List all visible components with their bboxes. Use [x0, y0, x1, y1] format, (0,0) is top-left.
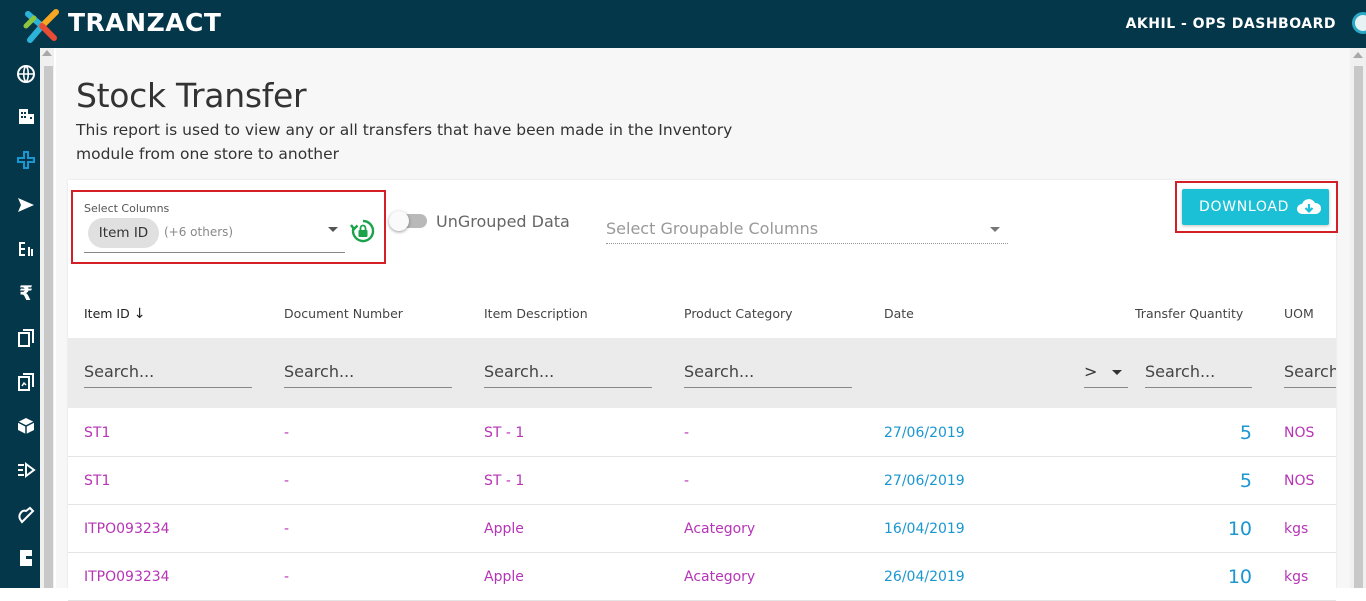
brand-name[interactable]: TRANZACT — [68, 8, 221, 37]
cell-uom: NOS — [1284, 473, 1315, 489]
cell-date: 27/06/2019 — [884, 473, 965, 489]
cloud-download-icon — [1297, 199, 1322, 214]
handshake-icon[interactable] — [14, 503, 38, 527]
groupable-columns-select[interactable]: Select Groupable Columns — [606, 219, 818, 238]
column-header-date[interactable]: Date — [884, 306, 914, 321]
box-icon[interactable] — [14, 414, 38, 438]
cell-item-id[interactable]: ST1 — [84, 425, 110, 441]
cell-product-category: Acategory — [684, 569, 756, 585]
send-icon[interactable] — [14, 193, 38, 217]
cell-product-category: Acategory — [684, 521, 756, 537]
groupable-columns-underline — [606, 243, 1008, 244]
table-row[interactable] — [68, 409, 1336, 457]
search-document-number[interactable]: Search... — [284, 362, 452, 388]
cell-document-number: - — [284, 569, 290, 585]
cell-date: 27/06/2019 — [884, 425, 965, 441]
avatar[interactable] — [1352, 12, 1366, 34]
rupee-icon[interactable]: ₹ — [14, 281, 38, 305]
cell-product-category: - — [684, 473, 690, 489]
date-operator-select[interactable]: > — [1084, 362, 1128, 388]
exit-icon[interactable] — [14, 546, 38, 570]
ungrouped-label: UnGrouped Data — [436, 212, 570, 231]
cell-item-description: ST - 1 — [484, 473, 525, 489]
cell-item-id[interactable]: ITPO093234 — [84, 569, 170, 585]
scroll-up-arrow-icon[interactable] — [1353, 52, 1363, 58]
tranzact-logo-icon[interactable] — [22, 6, 62, 46]
cell-product-category: - — [684, 425, 690, 441]
left-scrollbar-thumb[interactable] — [44, 66, 53, 588]
chevron-down-icon[interactable] — [328, 227, 338, 232]
cell-item-id[interactable]: ST1 — [84, 473, 110, 489]
page-description: This report is used to view any or all t… — [76, 121, 733, 163]
fast-forward-icon[interactable] — [14, 458, 38, 482]
cell-item-description: ST - 1 — [484, 425, 525, 441]
cell-transfer-quantity: 10 — [1227, 518, 1252, 540]
column-header-item-id[interactable]: Item ID ↓ — [84, 306, 145, 322]
more-columns-count: (+6 others) — [164, 225, 234, 239]
page-title: Stock Transfer — [76, 76, 307, 115]
select-columns-underline — [84, 252, 345, 253]
chevron-down-icon[interactable] — [1112, 370, 1122, 375]
cell-uom: kgs — [1284, 569, 1309, 585]
search-item-id[interactable]: Search... — [84, 362, 252, 388]
table-row[interactable] — [68, 457, 1336, 505]
select-columns-label: Select Columns — [84, 202, 170, 215]
sort-down-arrow-icon[interactable]: ↓ — [134, 306, 146, 322]
search-product-category[interactable]: Search... — [684, 362, 852, 388]
search-item-description[interactable]: Search... — [484, 362, 652, 388]
column-header-document-number[interactable]: Document Number — [284, 306, 403, 321]
user-menu[interactable]: AKHIL - OPS DASHBOARD — [1126, 16, 1336, 32]
column-header-item-description[interactable]: Item Description — [484, 306, 588, 321]
cell-transfer-quantity: 10 — [1227, 566, 1252, 588]
documents-icon[interactable] — [14, 326, 38, 350]
cell-document-number: - — [284, 425, 290, 441]
report-icon[interactable] — [14, 370, 38, 394]
list-icon[interactable] — [14, 237, 38, 261]
cell-item-description: Apple — [484, 521, 524, 537]
search-uom[interactable]: Search. — [1284, 362, 1336, 388]
cell-item-description: Apple — [484, 569, 524, 585]
plus-icon[interactable] — [14, 148, 38, 172]
column-header-uom[interactable]: UOM — [1284, 306, 1314, 321]
globe-icon[interactable] — [14, 62, 38, 86]
chevron-down-icon[interactable] — [990, 227, 1000, 232]
cell-uom: NOS — [1284, 425, 1315, 441]
lock-reset-icon[interactable] — [350, 218, 376, 244]
column-header-product-category[interactable]: Product Category — [684, 306, 793, 321]
cell-document-number: - — [284, 521, 290, 537]
cell-date: 26/04/2019 — [884, 569, 965, 585]
cell-item-id[interactable]: ITPO093234 — [84, 521, 170, 537]
column-header-transfer-quantity[interactable]: Transfer Quantity — [1135, 306, 1243, 321]
sidebar: ₹ — [0, 48, 40, 588]
ungrouped-toggle-knob[interactable] — [389, 211, 409, 231]
download-button-label: DOWNLOAD — [1199, 199, 1290, 215]
cell-transfer-quantity: 5 — [1239, 470, 1252, 492]
cell-date: 16/04/2019 — [884, 521, 965, 537]
cell-transfer-quantity: 5 — [1239, 422, 1252, 444]
cell-uom: kgs — [1284, 521, 1309, 537]
building-icon[interactable] — [14, 104, 38, 128]
cell-document-number: - — [284, 473, 290, 489]
top-bar: TRANZACT AKHIL - OPS DASHBOARD — [0, 0, 1366, 48]
right-scrollbar-thumb[interactable] — [1354, 66, 1363, 588]
scroll-up-arrow-icon[interactable] — [42, 50, 52, 56]
selected-column-chip[interactable]: Item ID — [88, 218, 159, 248]
search-transfer-quantity[interactable]: Search... — [1145, 362, 1252, 388]
